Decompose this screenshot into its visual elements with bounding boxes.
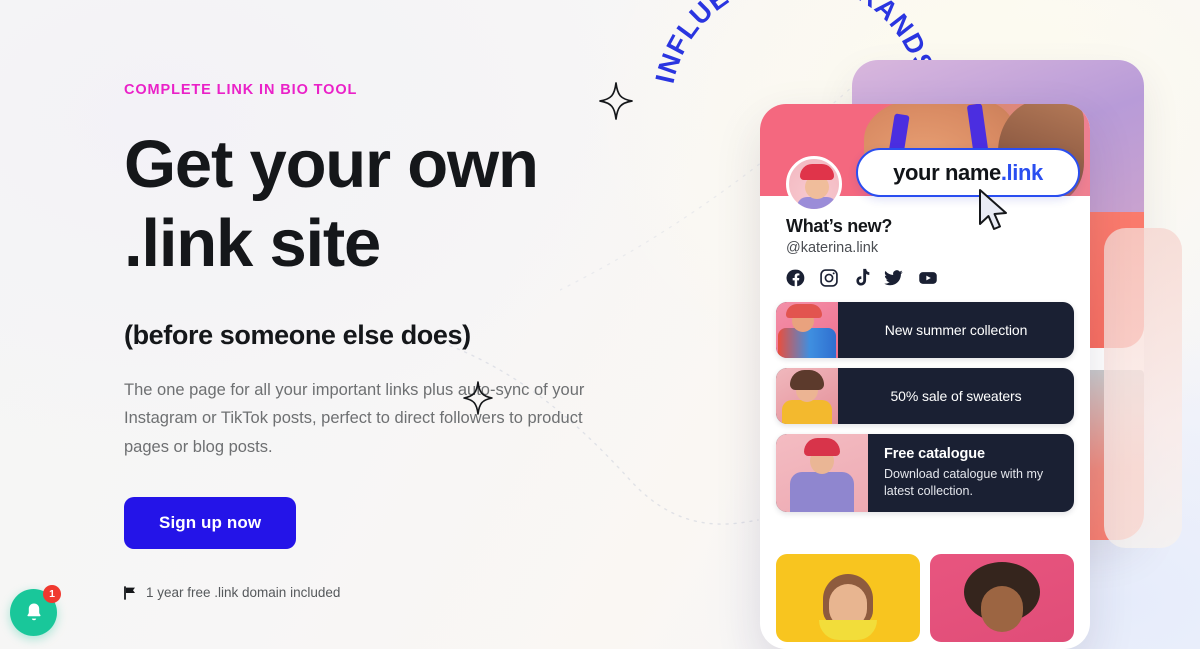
- bell-icon: [26, 603, 41, 621]
- link-item[interactable]: 50% sale of sweaters: [776, 368, 1074, 424]
- domain-footnote: 1 year free .link domain included: [124, 585, 664, 600]
- domain-name-field[interactable]: your name .link: [856, 148, 1080, 197]
- landing-page: COMPLETE LINK IN BIO TOOL Get your own .…: [0, 0, 1200, 649]
- notification-badge: 1: [43, 585, 61, 603]
- link-item-title: New summer collection: [884, 322, 1028, 338]
- link-thumbnail: [776, 302, 838, 358]
- avatar-body: [797, 197, 837, 209]
- facebook-icon[interactable]: [786, 268, 806, 288]
- media-tile-pink[interactable]: [930, 554, 1074, 642]
- sign-up-button[interactable]: Sign up now: [124, 497, 297, 550]
- media-tile-yellow[interactable]: [776, 554, 920, 642]
- link-item[interactable]: Free catalogue Download catalogue with m…: [776, 434, 1074, 512]
- profile-handle: @katerina.link: [786, 240, 879, 256]
- instagram-icon[interactable]: [819, 268, 839, 288]
- profile-display-name: What’s new?: [786, 216, 893, 236]
- avatar: [786, 156, 842, 212]
- background-card-tertiary: [1104, 228, 1182, 548]
- link-thumbnail: [776, 434, 868, 512]
- hero-text-column: COMPLETE LINK IN BIO TOOL Get your own .…: [124, 82, 664, 600]
- media-tile-row: [776, 554, 1074, 642]
- flag-icon: [124, 585, 135, 600]
- page-title: Get your own .link site: [124, 125, 664, 283]
- domain-tld-text: .link: [1000, 159, 1043, 185]
- link-item-body: Free catalogue Download catalogue with m…: [868, 446, 1074, 500]
- youtube-icon[interactable]: [917, 268, 939, 288]
- link-item-subtitle: Download catalogue with my latest collec…: [884, 467, 1044, 498]
- link-item-body: New summer collection: [838, 322, 1074, 338]
- tiktok-icon[interactable]: [852, 268, 870, 288]
- social-links-row: [786, 268, 939, 288]
- link-list: New summer collection 50% sale of sweate…: [776, 302, 1074, 522]
- link-item-title: 50% sale of sweaters: [890, 388, 1022, 404]
- headline-line-2: .link site: [124, 206, 381, 282]
- link-item[interactable]: New summer collection: [776, 302, 1074, 358]
- hero-body-copy: The one page for all your important link…: [124, 381, 585, 456]
- link-thumbnail: [776, 368, 838, 424]
- mouse-cursor-icon: [979, 189, 1007, 230]
- hero-eyebrow: COMPLETE LINK IN BIO TOOL: [124, 82, 358, 98]
- link-item-title: Free catalogue: [884, 446, 985, 463]
- headline-line-1: Get your own: [124, 127, 539, 202]
- twitter-icon[interactable]: [883, 268, 904, 288]
- domain-name-text: your name: [893, 159, 1001, 185]
- hero-subheadline: (before someone else does): [124, 320, 471, 351]
- notification-button[interactable]: 1: [10, 585, 61, 636]
- avatar-hat: [800, 164, 834, 180]
- link-item-body: 50% sale of sweaters: [838, 388, 1074, 404]
- profile-meta: What’s new? @katerina.link: [786, 216, 892, 256]
- profile-preview-card: your name .link What’s new? @katerina.lin…: [760, 104, 1090, 649]
- domain-footnote-label: 1 year free .link domain included: [146, 585, 341, 601]
